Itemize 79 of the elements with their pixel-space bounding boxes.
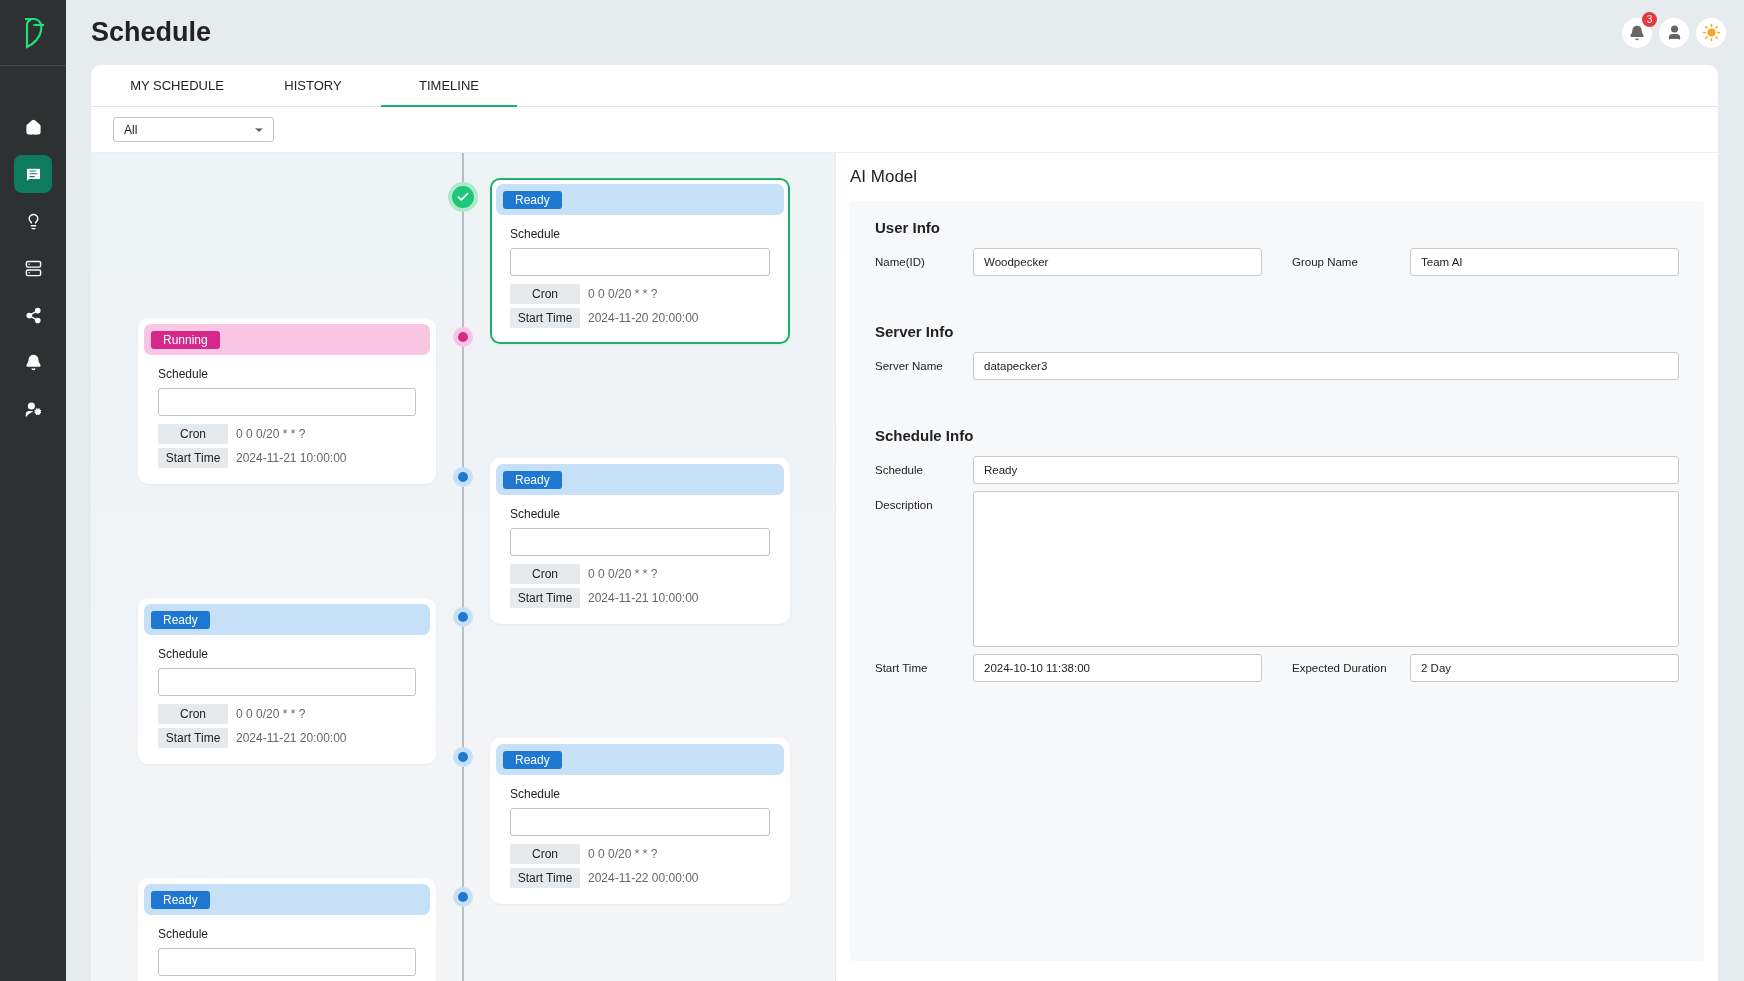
schedule-card[interactable]: Ready Schedule Cron 0 0 0/20 * * ? Start Time 2024-11-21 20:00:00: [138, 598, 436, 764]
text-field[interactable]: 2 Day: [1410, 654, 1679, 682]
server-icon: [24, 259, 42, 277]
home-icon: [24, 118, 42, 136]
status-badge: Ready: [151, 610, 210, 629]
section-title: Server Info: [875, 323, 955, 340]
start-time-value: 2024-11-21 10:00:00: [236, 451, 347, 465]
start-time-label: Start Time: [158, 448, 228, 468]
schedule-card[interactable]: Ready Schedule: [138, 878, 436, 981]
text-field[interactable]: Woodpecker: [973, 248, 1262, 276]
tab[interactable]: MY SCHEDULE: [109, 65, 245, 107]
schedule-card[interactable]: Ready Schedule Cron 0 0 0/20 * * ? Start Time 2024-11-21 10:00:00: [490, 458, 790, 624]
sun-icon: [1701, 23, 1721, 42]
status-badge: Ready: [503, 750, 562, 769]
tab[interactable]: HISTORY: [245, 65, 381, 107]
field-label: Schedule: [875, 463, 924, 476]
schedule-card[interactable]: Ready Schedule Cron 0 0 0/20 * * ? Start Time 2024-11-20 20:00:00: [490, 178, 790, 344]
page-title: Schedule: [91, 17, 212, 48]
filter-select[interactable]: All: [113, 117, 274, 142]
bell-icon: [1629, 24, 1645, 41]
text-field[interactable]: 2024-10-10 11:38:00: [973, 654, 1262, 682]
notifications-button[interactable]: [1622, 17, 1652, 48]
start-time-label: Start Time: [510, 308, 580, 328]
cron-label: Cron: [510, 564, 580, 584]
schedule-label: Schedule: [158, 367, 210, 381]
schedule-card[interactable]: Ready Schedule Cron 0 0 0/20 * * ? Start Time 2024-11-22 00:00:00: [490, 738, 790, 904]
start-time-label: Start Time: [158, 728, 228, 748]
schedule-label: Schedule: [510, 787, 562, 801]
field-label: Expected Duration: [1292, 661, 1388, 674]
schedule-input[interactable]: [510, 248, 770, 276]
sidebar-item[interactable]: [14, 155, 52, 193]
cron-value: 0 0 0/20 * * ?: [236, 427, 306, 441]
user-gear-icon: [24, 400, 42, 418]
cron-value: 0 0 0/20 * * ?: [236, 707, 306, 721]
schedule-label: Schedule: [510, 227, 562, 241]
description-field[interactable]: [973, 491, 1679, 647]
share-icon: [24, 306, 42, 324]
start-time-value: 2024-11-21 10:00:00: [588, 591, 699, 605]
schedule-label: Schedule: [510, 507, 562, 521]
detail-title: AI Model: [850, 167, 919, 187]
start-time-label: Start Time: [510, 868, 580, 888]
status-badge: Ready: [151, 890, 210, 909]
message-icon: [24, 165, 42, 183]
schedule-input[interactable]: [510, 808, 770, 836]
status-badge: Running: [151, 330, 220, 349]
field-label: Server Name: [875, 359, 944, 372]
cron-label: Cron: [510, 844, 580, 864]
text-field[interactable]: Team AI: [1410, 248, 1679, 276]
cron-value: 0 0 0/20 * * ?: [588, 847, 658, 861]
cron-label: Cron: [158, 424, 228, 444]
status-badge: Ready: [503, 470, 562, 489]
start-time-value: 2024-11-22 00:00:00: [588, 871, 699, 885]
status-badge: Ready: [503, 190, 562, 209]
tab[interactable]: TIMELINE: [381, 65, 517, 107]
field-label: Group Name: [1292, 255, 1359, 268]
cron-value: 0 0 0/20 * * ?: [588, 567, 658, 581]
section-title: Schedule Info: [875, 427, 975, 444]
start-time-value: 2024-11-20 20:00:00: [588, 311, 699, 325]
start-time-label: Start Time: [510, 588, 580, 608]
schedule-input[interactable]: [510, 528, 770, 556]
section-title: User Info: [875, 219, 941, 236]
text-field[interactable]: Ready: [973, 456, 1679, 484]
cron-label: Cron: [510, 284, 580, 304]
cron-value: 0 0 0/20 * * ?: [588, 287, 658, 301]
schedule-input[interactable]: [158, 948, 416, 976]
cron-label: Cron: [158, 704, 228, 724]
notification-count: 3: [1642, 11, 1657, 27]
schedule-card[interactable]: Running Schedule Cron 0 0 0/20 * * ? Start Time 2024-11-21 10:00:00: [138, 318, 436, 484]
schedule-input[interactable]: [158, 668, 416, 696]
bell-icon: [24, 353, 42, 371]
text-field[interactable]: datapecker3: [973, 352, 1679, 380]
field-label: Name(ID): [875, 255, 926, 268]
schedule-label: Schedule: [158, 647, 210, 661]
profile-button[interactable]: [1659, 17, 1689, 48]
schedule-input[interactable]: [158, 388, 416, 416]
schedule-label: Schedule: [158, 927, 210, 941]
start-time-value: 2024-11-21 20:00:00: [236, 731, 347, 745]
field-label: Description: [875, 498, 934, 511]
field-label: Start Time: [875, 661, 929, 674]
